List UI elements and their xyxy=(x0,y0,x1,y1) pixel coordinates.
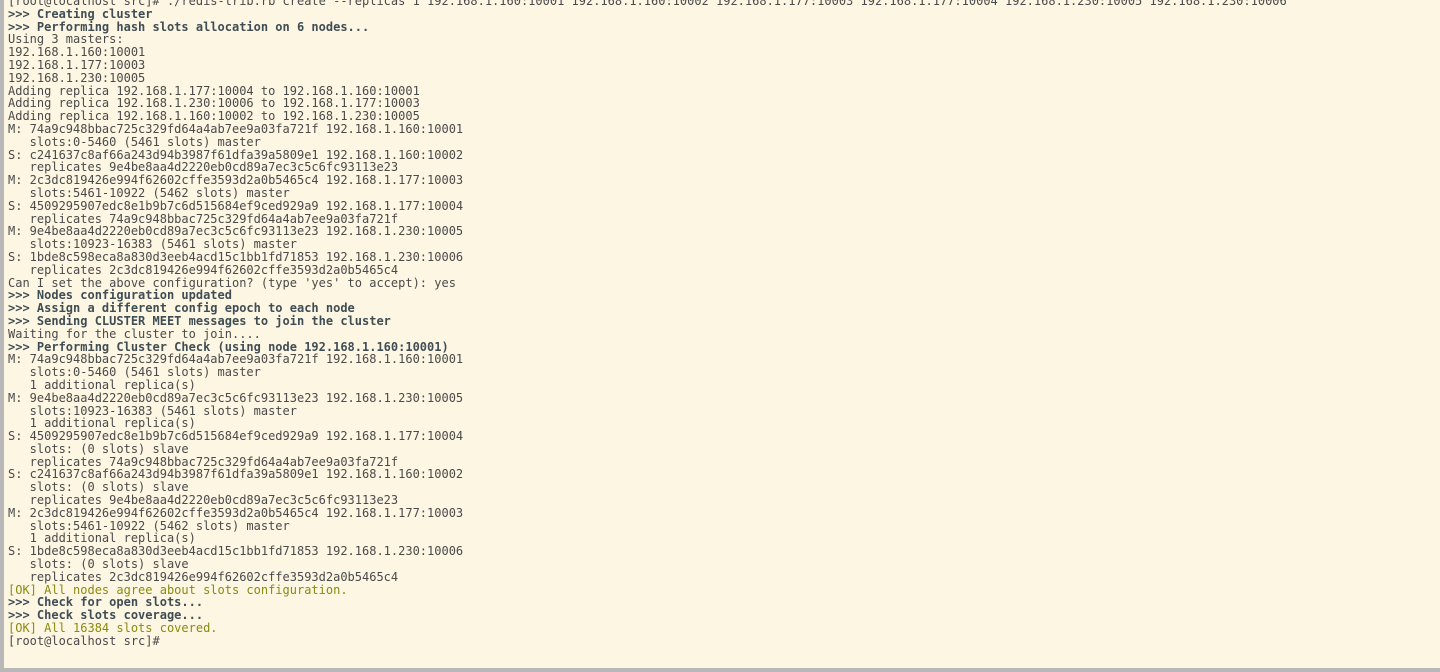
terminal-output[interactable]: [root@localhost src]# ./redis-trib.rb cr… xyxy=(8,0,1440,648)
terminal-line: slots: (0 slots) slave xyxy=(8,557,189,572)
terminal-line: Waiting for the cluster to join.... xyxy=(8,326,261,341)
terminal-line: slots:0-5460 (5461 slots) master xyxy=(8,365,261,380)
terminal-line: M: 2c3dc819426e994f62602cffe3593d2a0b546… xyxy=(8,505,464,520)
terminal-line: [root@localhost src]# ./redis-trib.rb cr… xyxy=(8,0,1287,8)
terminal-line: S: 1bde8c598eca8a830d3eeb4acd15c1bb1fd71… xyxy=(8,544,464,559)
terminal-line: >>> Check slots coverage... xyxy=(8,608,204,623)
terminal-line: S: 4509295907edc8e1b9b7c6d515684ef9ced92… xyxy=(8,429,464,444)
terminal-line: >>> Performing hash slots allocation on … xyxy=(8,19,370,34)
terminal-line: replicates 2c3dc819426e994f62602cffe3593… xyxy=(8,262,399,277)
shell-prompt-line[interactable]: [root@localhost src]# xyxy=(8,635,1440,648)
terminal-line: 1 additional replica(s) xyxy=(8,377,196,392)
terminal-line: S: 1bde8c598eca8a830d3eeb4acd15c1bb1fd71… xyxy=(8,249,464,264)
terminal-line: >>> Creating cluster xyxy=(8,6,153,21)
terminal-line: [OK] All nodes agree about slots configu… xyxy=(8,582,348,597)
terminal-window[interactable]: [root@localhost src]# ./redis-trib.rb cr… xyxy=(0,0,1440,672)
terminal-line: >>> Assign a different config epoch to e… xyxy=(8,301,355,316)
terminal-line: replicates 2c3dc819426e994f62602cffe3593… xyxy=(8,569,399,584)
terminal-line: 192.168.1.230:10005 xyxy=(8,70,146,85)
terminal-line: [OK] All 16384 slots covered. xyxy=(8,621,218,636)
terminal-line: 192.168.1.177:10003 xyxy=(8,57,146,72)
terminal-line: Using 3 masters: xyxy=(8,32,124,47)
terminal-line: M: 74a9c948bbac725c329fd64a4ab7ee9a03fa7… xyxy=(8,121,464,136)
terminal-line: 192.168.1.160:10001 xyxy=(8,45,146,60)
terminal-line: slots:5461-10922 (5462 slots) master xyxy=(8,185,290,200)
terminal-line: S: 4509295907edc8e1b9b7c6d515684ef9ced92… xyxy=(8,198,464,213)
terminal-line: slots:5461-10922 (5462 slots) master xyxy=(8,518,290,533)
terminal-line: slots: (0 slots) slave xyxy=(8,441,189,456)
terminal-line: slots:0-5460 (5461 slots) master xyxy=(8,134,261,149)
terminal-line: >>> Sending CLUSTER MEET messages to joi… xyxy=(8,313,391,328)
terminal-line: >>> Check for open slots... xyxy=(8,595,204,610)
terminal-line: M: 9e4be8aa4d2220eb0cd89a7ec3c5c6fc93113… xyxy=(8,390,464,405)
terminal-line: replicates 9e4be8aa4d2220eb0cd89a7ec3c5c… xyxy=(8,493,399,508)
terminal-line: slots:10923-16383 (5461 slots) master xyxy=(8,403,297,418)
terminal-line: S: c241637c8af66a243d94b3987f61dfa39a580… xyxy=(8,467,464,482)
